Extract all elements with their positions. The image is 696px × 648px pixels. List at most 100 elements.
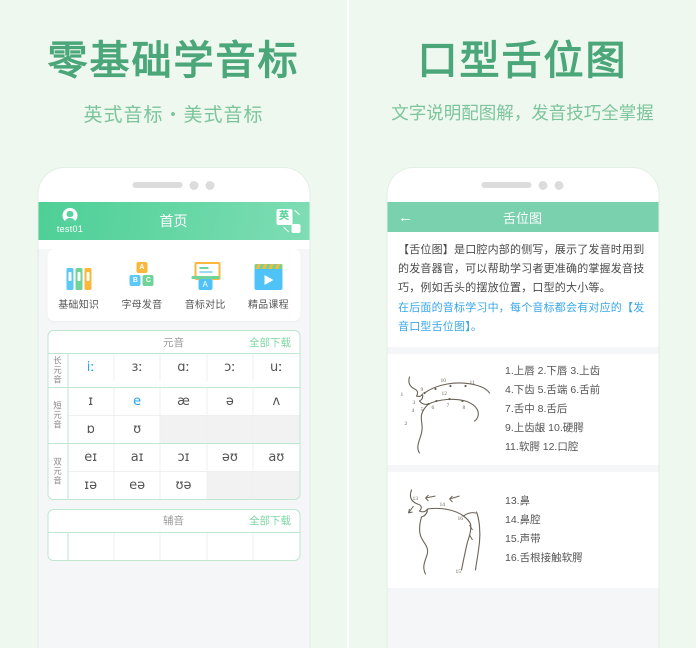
- phone-speaker: [481, 182, 532, 188]
- phoneme-cell[interactable]: [68, 532, 115, 560]
- vowel-table-header: 元音 全部下载: [48, 331, 299, 354]
- row-label: 短元音: [48, 387, 68, 443]
- right-panel-subtitle: 文字说明配图解，发音技巧全掌握: [391, 103, 654, 123]
- home-content: 基础知识 ABC 字母发音 A 音标对比 精品课程 元音 全部下载 长元音 iː…: [38, 249, 309, 648]
- legend-line: 13.鼻: [505, 494, 531, 507]
- shortcut-premium-courses[interactable]: 精品课程: [237, 260, 300, 311]
- phoneme-cell[interactable]: ɑː: [161, 354, 208, 381]
- shortcut-label: 字母发音: [121, 300, 163, 311]
- download-all-button[interactable]: 全部下载: [249, 335, 291, 350]
- phoneme-cell[interactable]: ə: [207, 387, 254, 415]
- diagram-legend-1: 1.上唇 2.下唇 3.上齿 4.下齿 5.舌端 6.舌前 7.舌中 8.舌后 …: [505, 362, 600, 458]
- legend-line: 1.上唇 2.下唇 3.上齿: [505, 364, 601, 377]
- appbar-title: 舌位图: [502, 210, 542, 226]
- phoneme-cell[interactable]: aɪ: [114, 443, 161, 471]
- description-text: 【舌位图】是口腔内部的侧写，展示了发音时用到的发音器官，可以帮助学习者更准确的掌…: [398, 244, 645, 294]
- svg-text:8: 8: [462, 405, 465, 411]
- legend-line: 11.软腭 12.口腔: [505, 440, 579, 453]
- phoneme-cell[interactable]: aʊ: [254, 444, 299, 471]
- phoneme-cell[interactable]: ɔː: [207, 354, 254, 381]
- svg-text:16: 16: [457, 516, 463, 522]
- right-promo-panel: 口型舌位图 文字说明配图解，发音技巧全掌握 ← 舌位图 【舌位图】是口腔内部的侧…: [349, 0, 696, 648]
- shortcut-letter-sounds[interactable]: ABC 字母发音: [110, 260, 173, 311]
- svg-text:3: 3: [412, 400, 415, 406]
- table-row: 短元音 ɪ e æ ə ʌ ɒ ʊ: [48, 387, 299, 444]
- phone-speaker: [132, 182, 183, 188]
- vowel-table: 元音 全部下载 长元音 iː ɜː ɑː ɔː uː 短元音 ɪ e æ ə ʌ…: [47, 330, 300, 500]
- svg-text:2: 2: [404, 421, 407, 427]
- phoneme-cell[interactable]: ʌ: [254, 388, 299, 415]
- phoneme-cell[interactable]: uː: [254, 354, 299, 381]
- phoneme-cell[interactable]: [114, 532, 161, 560]
- row-label: [48, 532, 68, 560]
- phoneme-cell[interactable]: eə: [114, 471, 161, 499]
- right-phone-mockup: ← 舌位图 【舌位图】是口腔内部的侧写，展示了发音时用到的发音器官，可以帮助学习…: [387, 168, 658, 648]
- mouth-cross-section-diagram-1: 12 34 56 78 910 1112: [400, 376, 490, 454]
- phoneme-cell-empty: [207, 415, 254, 443]
- phoneme-cell[interactable]: ʊ: [114, 415, 161, 443]
- shortcut-phonetic-compare[interactable]: A 音标对比: [174, 260, 237, 311]
- phoneme-cell[interactable]: [254, 533, 299, 560]
- translate-letter: 英: [276, 209, 292, 225]
- phoneme-cell[interactable]: ɜː: [114, 354, 161, 381]
- phoneme-cell[interactable]: ɪə: [68, 471, 115, 499]
- phone-notch: [387, 168, 658, 202]
- username-label: test01: [56, 224, 84, 234]
- tongue-position-content: 【舌位图】是口腔内部的侧写，展示了发音时用到的发音器官，可以帮助学习者更准确的掌…: [387, 232, 658, 648]
- svg-text:12: 12: [441, 391, 447, 397]
- row-label: 长元音: [48, 354, 68, 387]
- mouth-cross-section-diagram-2: 13 14 15 16: [407, 489, 480, 575]
- row-label: 双元音: [48, 443, 68, 499]
- phoneme-cell[interactable]: iː: [68, 354, 115, 381]
- user-avatar-icon: [62, 208, 78, 224]
- phoneme-cell[interactable]: ɒ: [68, 415, 115, 443]
- svg-text:13: 13: [412, 496, 418, 502]
- diagram-block-2: 13 14 15 16 13.鼻 14.鼻腔 15.声带 16.舌根接触软腭: [387, 472, 658, 589]
- shortcut-basics[interactable]: 基础知识: [47, 260, 110, 311]
- legend-line: 7.舌中 8.舌后: [505, 402, 568, 415]
- table-row: [48, 532, 299, 560]
- home-appbar: test01 首页 英: [38, 202, 309, 240]
- left-phone-mockup: test01 首页 英 基础知识 A B C 字母发音 A 音标对比 精品课程 …: [38, 168, 309, 648]
- phone-notch: [38, 168, 309, 202]
- download-all-button[interactable]: 全部下载: [249, 513, 291, 528]
- svg-text:10: 10: [440, 378, 446, 384]
- table-row: 双元音 eɪ aɪ ɔɪ əʊ aʊ ɪə eə ʊə: [48, 443, 299, 499]
- consonant-table-header: 辅音 全部下载: [48, 510, 299, 533]
- abc-blocks-icon: ABC: [110, 260, 173, 290]
- phoneme-cell[interactable]: ɪ: [68, 387, 115, 415]
- diagram-block-1: 12 34 56 78 9 10 11 12 1.上唇 2.下唇 3.上齿 4.下齿…: [387, 353, 658, 466]
- phoneme-cell[interactable]: ʊə: [161, 471, 208, 499]
- phoneme-cell-empty: [160, 415, 208, 443]
- phoneme-cell[interactable]: [161, 532, 208, 560]
- legend-line: 4.下齿 5.舌端 6.舌前: [505, 383, 601, 396]
- shortcut-label: 精品课程: [247, 300, 289, 311]
- phoneme-cell[interactable]: e: [114, 387, 161, 415]
- svg-text:15: 15: [455, 569, 461, 575]
- user-profile-button[interactable]: test01: [47, 208, 93, 234]
- legend-line: 15.声带: [505, 533, 541, 546]
- phoneme-cell[interactable]: [207, 532, 254, 560]
- shortcuts-card: 基础知识 ABC 字母发音 A 音标对比 精品课程: [47, 249, 300, 321]
- phoneme-cell[interactable]: ɔɪ: [161, 443, 208, 471]
- video-player-icon: [237, 260, 300, 290]
- phoneme-cell[interactable]: æ: [161, 387, 208, 415]
- phoneme-cell[interactable]: eɪ: [68, 443, 115, 471]
- phoneme-cell[interactable]: əʊ: [207, 443, 254, 471]
- translate-icon[interactable]: 英: [276, 209, 300, 233]
- description-text-highlight: 在后面的音标学习中，每个音标都会有对应的【发音口型舌位图】。: [398, 301, 645, 333]
- tongue-position-appbar: ← 舌位图: [387, 202, 658, 232]
- whiteboard-icon: A: [174, 260, 237, 290]
- svg-text:11: 11: [469, 380, 475, 386]
- books-icon: [47, 260, 110, 290]
- description-paragraph: 【舌位图】是口腔内部的侧写，展示了发音时用到的发音器官，可以帮助学习者更准确的掌…: [387, 232, 658, 347]
- translate-icon-small-square: [291, 224, 300, 233]
- phoneme-cell-empty: [207, 471, 254, 499]
- diagram-legend-2: 13.鼻 14.鼻腔 15.声带 16.舌根接触软腭: [505, 492, 583, 568]
- svg-text:6: 6: [431, 405, 434, 411]
- translate-icon-slash-bottom: [282, 226, 289, 233]
- svg-text:9: 9: [420, 387, 423, 393]
- svg-text:4: 4: [411, 408, 414, 414]
- right-panel-title: 口型舌位图: [417, 39, 628, 83]
- svg-text:1: 1: [400, 392, 403, 398]
